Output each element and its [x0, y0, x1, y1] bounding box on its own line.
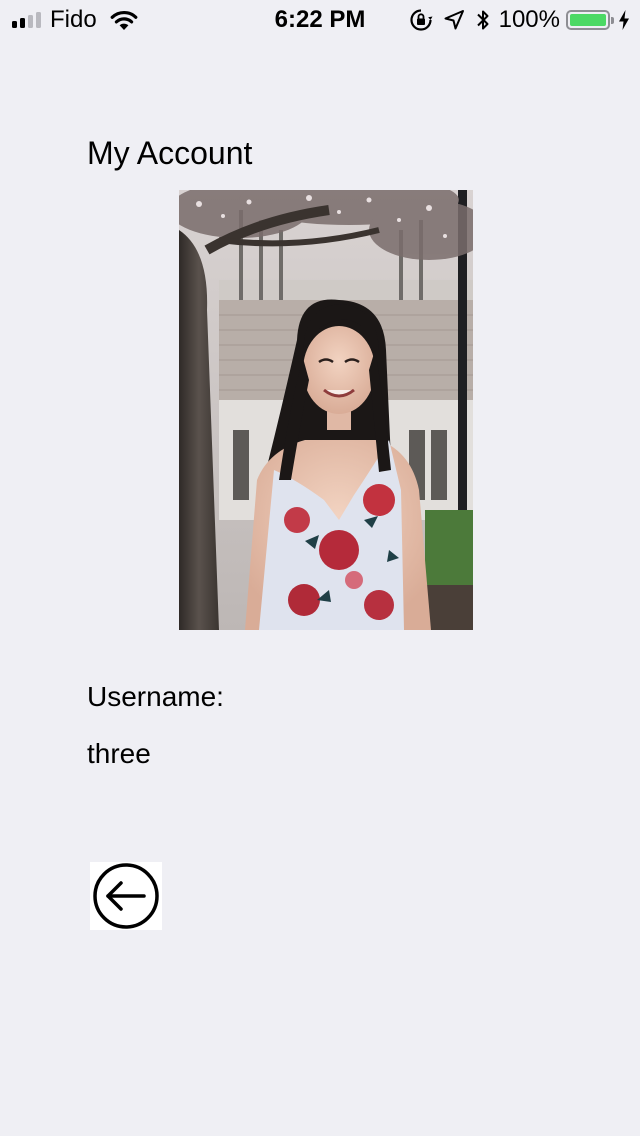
charging-bolt-icon: [619, 10, 629, 30]
profile-photo: [179, 190, 473, 630]
bluetooth-icon: [476, 10, 489, 30]
username-label: Username:: [87, 681, 224, 712]
username-value: three: [87, 738, 151, 769]
orientation-lock-icon: [410, 9, 433, 31]
status-bar-right: 100%: [409, 6, 630, 34]
page-title: My Account: [87, 135, 253, 171]
back-arrow-icon: [93, 863, 159, 929]
status-bar: Fido 6:22 PM 100%: [0, 0, 640, 40]
battery-percentage: 100%: [498, 6, 560, 33]
battery-level-fill: [570, 14, 606, 26]
location-arrow-icon: [444, 10, 464, 30]
back-button[interactable]: [90, 862, 162, 930]
battery-icon: [566, 10, 614, 30]
